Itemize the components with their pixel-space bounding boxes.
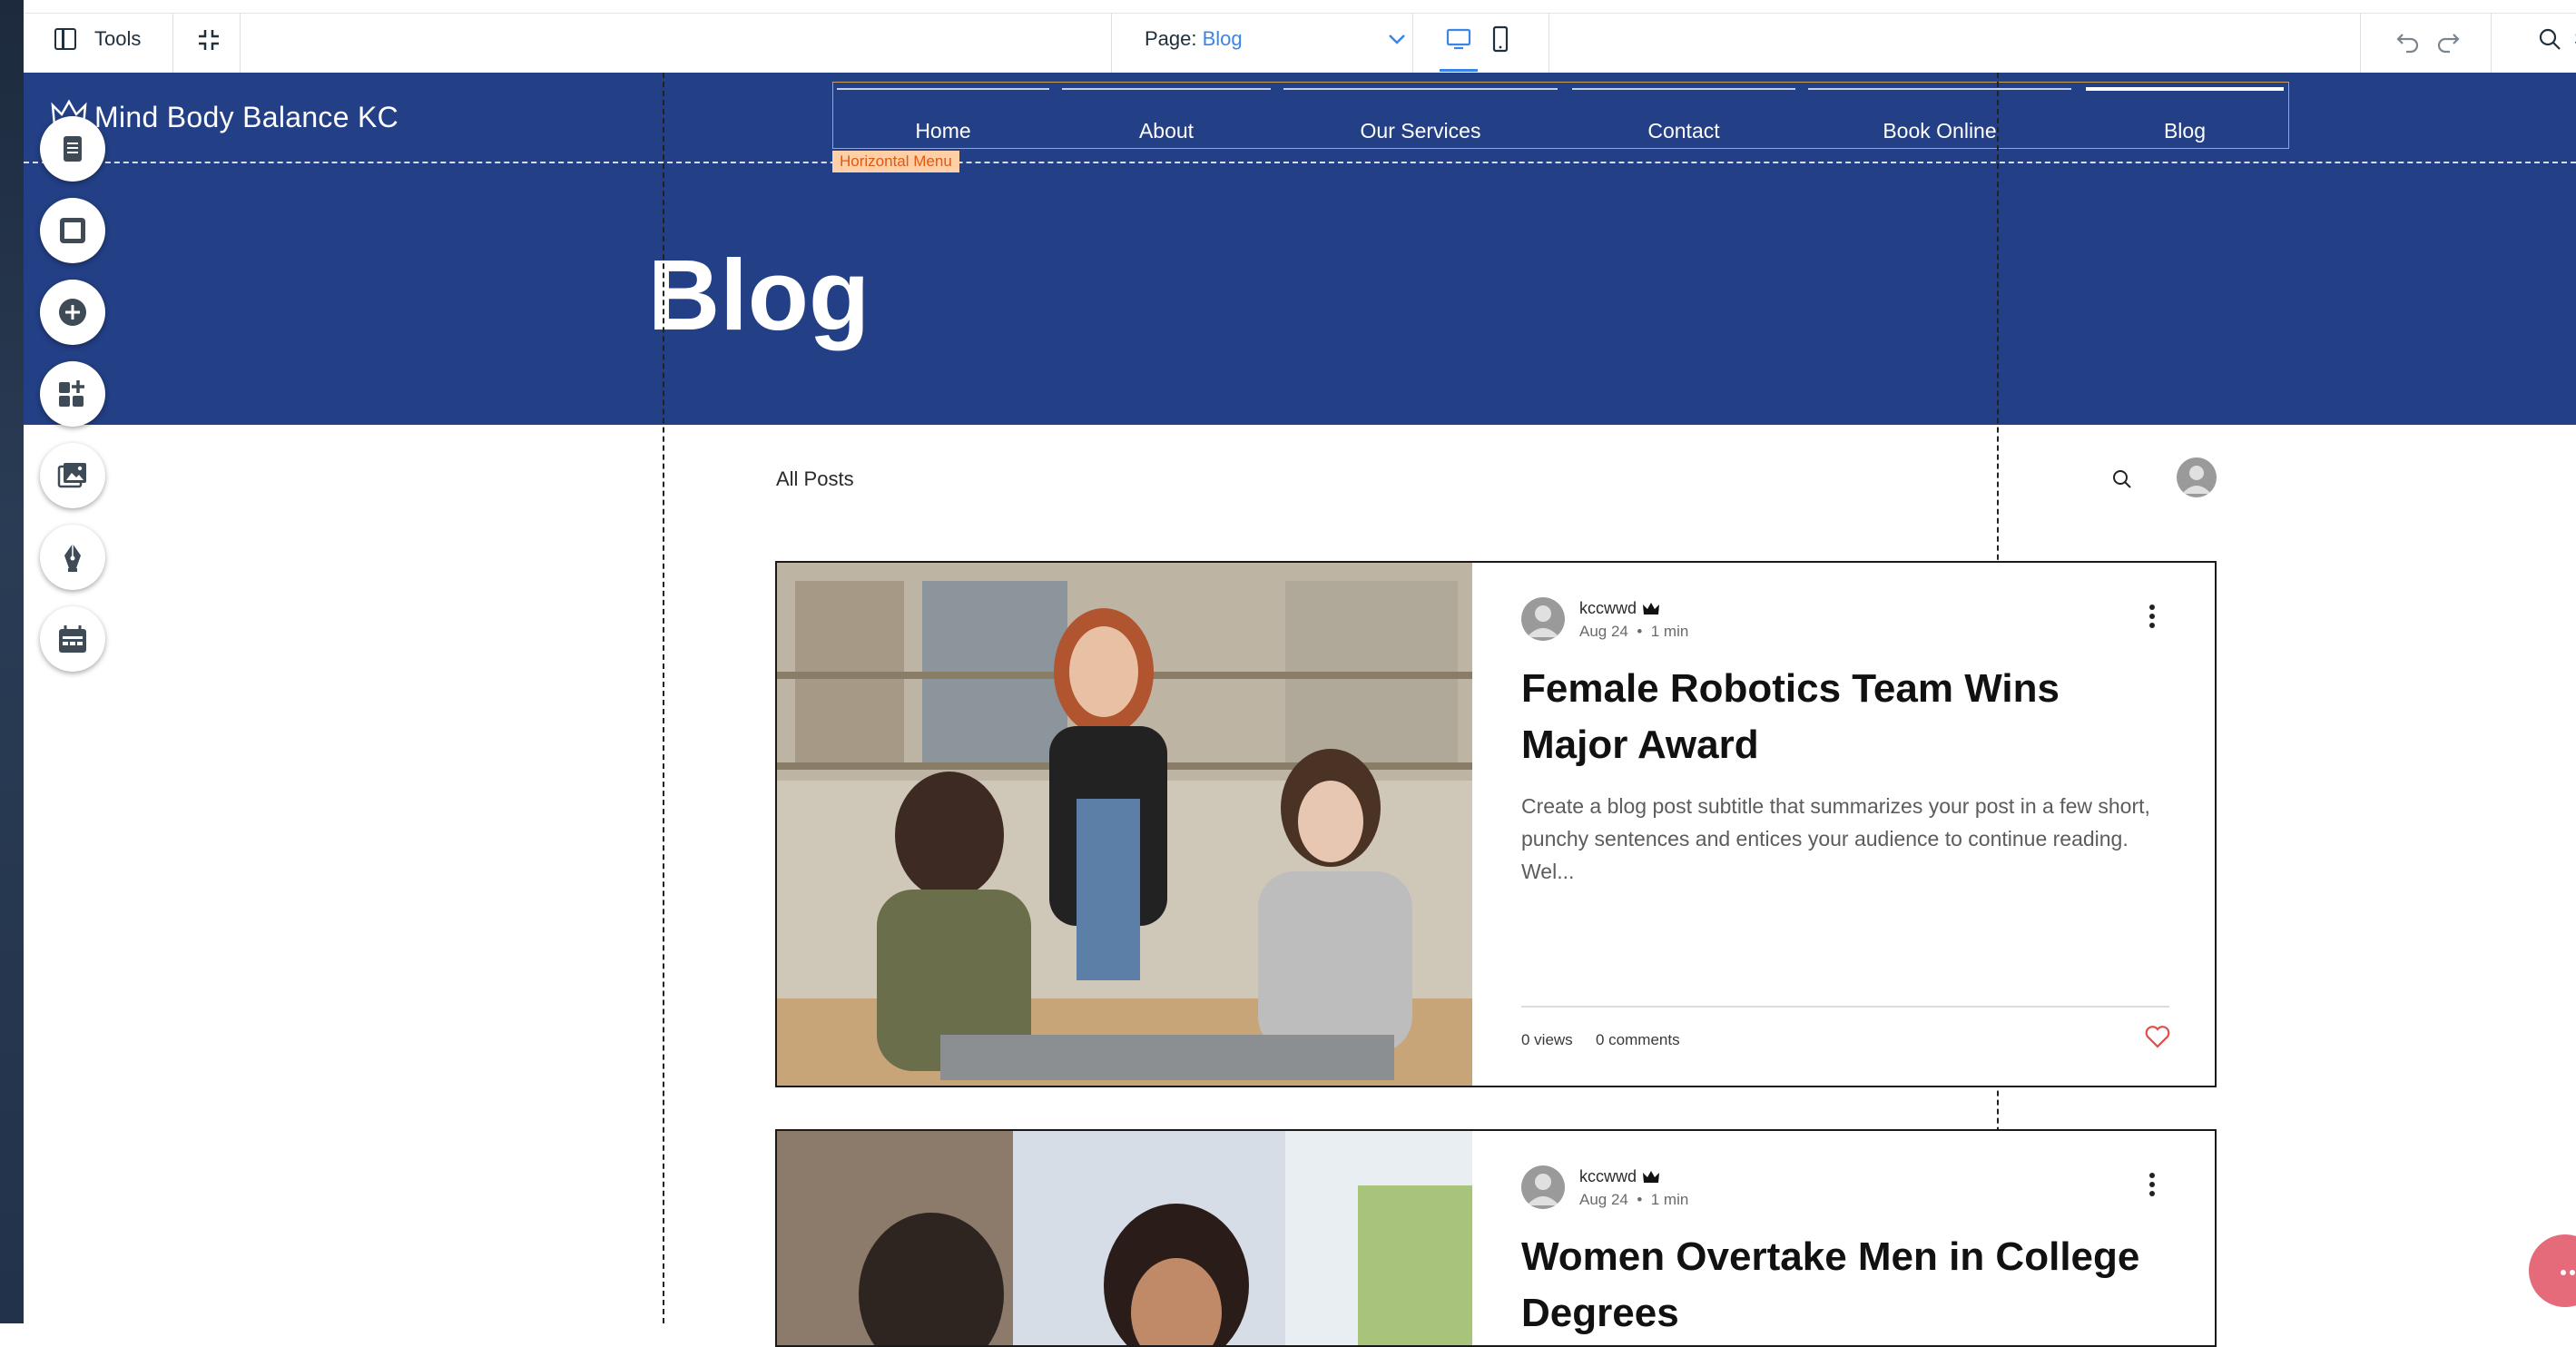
menu-item-home[interactable]: Home [837,83,1049,148]
all-posts-link[interactable]: All Posts [776,467,854,491]
menu-label: Our Services [1360,119,1481,143]
separator [1412,13,1413,73]
pen-icon [64,544,81,572]
chat-button[interactable] [2529,1234,2576,1307]
more-options-icon[interactable] [2148,1171,2157,1198]
menu-label: Home [915,119,971,143]
horizontal-menu-tag: Horizontal Menu [832,151,959,172]
post-image[interactable] [777,563,1472,1086]
search-icon [2539,28,2561,50]
post-subtitle: Create a blog post subtitle that summari… [1521,794,2150,883]
mobile-view-icon[interactable] [1487,25,1514,53]
editor-top-bar: Tools Page: Blog Se [24,0,2576,74]
add-element-button[interactable] [40,280,105,345]
separator [172,13,173,73]
pages-button[interactable] [40,116,105,182]
frame-icon [60,218,85,243]
redo-icon[interactable] [2434,27,2462,54]
chevron-down-icon[interactable] [1385,27,1409,51]
menu-label: Contact [1647,119,1720,143]
editor-search[interactable]: Se [2538,27,2576,51]
left-guide-line [663,73,664,1323]
avatar[interactable] [2177,457,2217,497]
menu-label: Blog [2163,119,2207,143]
page-title[interactable]: Blog [24,238,2576,353]
frame-button[interactable] [40,198,105,263]
separator [1111,13,1112,73]
post-meta: Aug 24 • 1 min [1579,1191,1689,1208]
post-meta: Aug 24 • 1 min [1579,623,1689,640]
pages-icon [64,136,82,162]
tools-button[interactable]: Tools [54,27,141,51]
search-icon[interactable] [2111,468,2133,490]
read-time: 1 min [1650,1191,1689,1208]
page-label: Page: [1145,27,1203,50]
post-photo [777,563,1472,1086]
media-icon [57,463,86,488]
heart-icon[interactable] [2144,1024,2171,1049]
menu-item-about[interactable]: About [1062,83,1271,148]
separator [240,13,241,73]
tools-label: Tools [94,27,142,50]
desktop-strip [0,0,24,1323]
page-value: Blog [1202,27,1243,50]
post-title[interactable]: Women Overtake Men in College Degrees [1521,1229,2184,1342]
blog-post-card[interactable]: kccwwd Aug 24 • 1 min Women Overtake Men… [775,1129,2217,1347]
post-date: Aug 24 [1579,1191,1628,1208]
desktop-view-icon[interactable] [1440,25,1478,72]
post-comments[interactable]: 0 comments [1596,1031,1680,1049]
post-author[interactable]: kccwwd [1579,599,1660,618]
horizontal-menu[interactable]: Home About Our Services Contact Book Onl… [832,82,2289,149]
blog-post-card[interactable]: kccwwd Aug 24 • 1 min Female Robotics Te… [775,561,2217,1087]
site-name[interactable]: Mind Body Balance KC [94,101,398,134]
menu-item-book-online[interactable]: Book Online [1808,83,2071,148]
post-photo [777,1131,1472,1345]
crown-admin-icon [1643,1170,1660,1183]
add-apps-button[interactable] [40,361,105,427]
menu-label: About [1138,119,1195,143]
calendar-button[interactable] [40,606,105,672]
menu-label: Book Online [1883,119,1997,143]
crown-admin-icon [1643,602,1660,615]
undo-icon[interactable] [2394,27,2422,54]
page-title-text: Blog [647,240,870,351]
chat-icon [2561,1270,2575,1275]
pen-button[interactable] [40,525,105,590]
menu-item-blog[interactable]: Blog [2086,83,2284,148]
post-divider [1521,1006,2169,1008]
author-avatar[interactable] [1521,1165,1565,1209]
collapse-icon[interactable] [196,27,221,53]
read-time: 1 min [1650,623,1689,640]
add-apps-icon [59,380,84,407]
separator [2491,13,2492,73]
post-author[interactable]: kccwwd [1579,1167,1660,1186]
author-name: kccwwd [1579,1167,1637,1185]
menu-item-our-services[interactable]: Our Services [1283,83,1558,148]
page-selector[interactable]: Page: Blog [1145,27,1243,51]
post-date: Aug 24 [1579,623,1628,640]
calendar-icon [59,625,86,653]
add-icon [59,299,86,326]
author-avatar[interactable] [1521,597,1565,641]
author-name: kccwwd [1579,599,1637,617]
separator [2360,13,2361,73]
post-title[interactable]: Female Robotics Team Wins Major Award [1521,661,2175,773]
post-views: 0 views [1521,1031,1573,1048]
tools-panel-icon [54,28,76,50]
post-image[interactable] [777,1131,1472,1345]
more-options-icon[interactable] [2148,603,2157,630]
menu-item-contact[interactable]: Contact [1572,83,1795,148]
top-bar-edge [24,0,2576,14]
header-guide-line [24,162,2576,163]
media-button[interactable] [40,443,105,508]
